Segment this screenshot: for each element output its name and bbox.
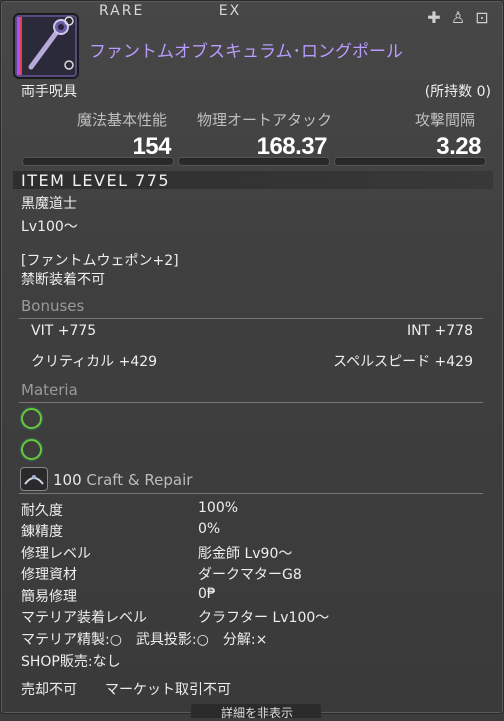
trade-restrictions: 売却不可 マーケット取引不可 <box>21 682 231 698</box>
stat-bar-auto-attack <box>179 158 329 165</box>
unique-icon: ♙ <box>450 8 466 27</box>
craft-label-repair-level: 修理レベル <box>21 546 91 562</box>
craft-label-materia-level: マテリア装着レベル <box>21 610 147 626</box>
owned-count: (所持数 0) <box>424 84 491 100</box>
stat-label-magic-damage: 魔法基本性能 <box>77 111 168 129</box>
bonus-int: INT +778 <box>406 323 473 339</box>
craft-value-materia-level: クラフター Lv100～ <box>198 610 330 626</box>
hammer-icon <box>24 475 44 485</box>
craft-value-spiritbond: 0% <box>198 521 221 537</box>
craft-level: 100 <box>53 471 82 489</box>
bonuses-title: Bonuses <box>21 297 85 315</box>
item-tooltip: RARE EX ✚ ♙ ⊡ ファントムオブスキュラム･ロングポール 両手呪具 (… <box>0 0 504 720</box>
materia-title: Materia <box>21 381 78 399</box>
stat-value-delay: 3.28 <box>436 133 481 160</box>
item-type: 両手呪具 <box>21 84 77 100</box>
craft-label-spiritbond: 錬精度 <box>21 524 63 540</box>
bonus-vit: VIT +775 <box>31 323 97 339</box>
hide-details-button[interactable]: 詳細を非表示 <box>191 704 321 720</box>
job-requirement: 黒魔道士 <box>21 196 77 212</box>
item-note-2: 禁断装着不可 <box>21 272 105 288</box>
tradeable-icon: ⊡ <box>475 8 489 27</box>
stat-label-delay: 攻撃間隔 <box>415 111 476 129</box>
rarity-stripe-accent <box>20 17 22 75</box>
hide-details-label: 詳細を非表示 <box>221 706 294 720</box>
bonus-spell-speed: スペルスピード +429 <box>333 354 473 370</box>
ex-tag: EX <box>218 3 242 19</box>
item-icon-frame <box>15 15 77 77</box>
craft-repair-title: 100 Craft & Repair <box>53 471 192 489</box>
craft-repair-icon <box>21 468 47 490</box>
craft-value-repair-material: ダークマターG8 <box>198 567 302 583</box>
stat-bar-magic-damage <box>23 158 173 165</box>
rarity-tag: RARE <box>99 3 145 19</box>
tooltip-actions: ✚ ♙ ⊡ <box>425 9 491 27</box>
craft-label-durability: 耐久度 <box>21 503 63 519</box>
bonuses-divider <box>19 318 483 319</box>
plus-icon[interactable]: ✚ <box>425 9 443 27</box>
item-level: ITEM LEVEL 775 <box>21 171 171 190</box>
stat-value-magic-damage: 154 <box>132 133 171 160</box>
craft-value-quick-repair: 0₱ <box>198 586 216 602</box>
item-note-1: [ファントムウェポン+2] <box>21 253 179 269</box>
craft-label-quick-repair: 簡易修理 <box>21 589 77 605</box>
staff-icon <box>28 16 74 70</box>
materia-divider <box>19 402 483 403</box>
item-name: ファントムオブスキュラム･ロングポール <box>89 42 403 62</box>
craft-divider <box>19 493 483 494</box>
level-requirement: Lv100～ <box>21 219 78 235</box>
shop-sale: SHOP販売:なし <box>21 654 121 670</box>
materia-slot-1 <box>21 408 42 429</box>
craft-value-repair-level: 彫金師 Lv90～ <box>198 546 293 562</box>
stat-label-auto-attack: 物理オートアタック <box>197 111 333 129</box>
header-tags: RARE EX <box>99 3 309 19</box>
bonus-crit: クリティカル +429 <box>31 354 158 370</box>
craft-label-repair-material: 修理資材 <box>21 567 77 583</box>
materia-slot-2 <box>21 439 42 460</box>
craft-value-durability: 100% <box>198 500 239 516</box>
craft-flags: マテリア精製:○ 武具投影:○ 分解:× <box>21 632 268 648</box>
stat-value-auto-attack: 168.37 <box>256 133 328 160</box>
craft-title-text: Craft & Repair <box>86 471 193 489</box>
stat-bar-delay <box>335 158 485 165</box>
